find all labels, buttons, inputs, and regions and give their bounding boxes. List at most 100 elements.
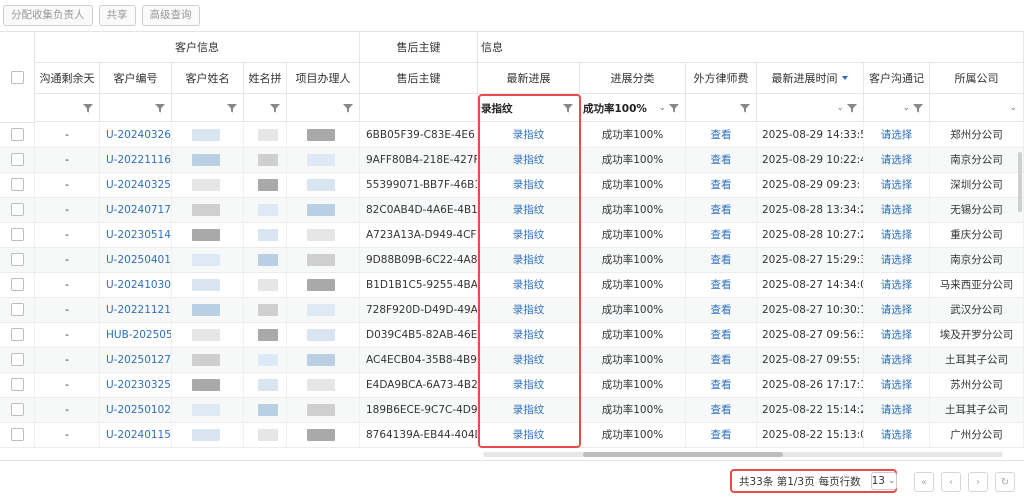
col-communication-remaining[interactable]: 沟通剩余天 — [35, 63, 100, 94]
cell-customer-communication[interactable]: 请选择 — [864, 273, 930, 297]
col-progress-category[interactable]: 进展分类 — [580, 63, 686, 94]
table-row[interactable]: - U-20250401 9D88B09B-6C22-4A8 录指纹 成功率100% 查看… — [0, 248, 1024, 273]
cell-customer-communication[interactable]: 请选择 — [864, 198, 930, 222]
col-aftersale-key[interactable]: 售后主键 — [360, 63, 478, 94]
table-row[interactable]: - U-20250127 AC4ECB04-35B8-4B9 录指纹 成功率100% 查看… — [0, 348, 1024, 373]
cell-latest-progress[interactable]: 录指纹 — [478, 223, 580, 247]
filter-icon[interactable] — [227, 103, 237, 113]
cell-latest-progress[interactable]: 录指纹 — [478, 148, 580, 172]
horizontal-scroll-thumb[interactable] — [583, 452, 783, 457]
cell-customer-communication[interactable]: 请选择 — [864, 423, 930, 447]
cell-customer-no[interactable]: U-20241030 — [100, 273, 172, 297]
col-project-handler[interactable]: 项目办理人 — [287, 63, 360, 94]
sort-down-icon[interactable] — [841, 74, 849, 82]
filter-lawyer-fee[interactable] — [686, 94, 757, 122]
table-row[interactable]: - U-20221116 9AFF80B4-218E-427F 录指纹 成功率100% 查… — [0, 148, 1024, 173]
advanced-query-button[interactable]: 高级查询 — [141, 5, 200, 26]
col-lawyer-fee[interactable]: 外方律师费 — [686, 63, 757, 94]
table-row[interactable]: - U-20240115 8764139A-EB44-404D 录指纹 成功率100% 查… — [0, 423, 1024, 448]
cell-latest-progress[interactable]: 录指纹 — [478, 248, 580, 272]
cell-latest-progress[interactable]: 录指纹 — [478, 348, 580, 372]
cell-latest-progress[interactable]: 录指纹 — [478, 173, 580, 197]
table-row[interactable]: - U-20240326 6BB05F39-C83E-4E6 录指纹 成功率100% 查看… — [0, 123, 1024, 148]
filter-icon[interactable] — [563, 103, 573, 113]
cell-customer-communication[interactable]: 请选择 — [864, 348, 930, 372]
col-latest-progress-time[interactable]: 最新进展时间 — [757, 63, 864, 94]
cell-customer-communication[interactable]: 请选择 — [864, 298, 930, 322]
filter-latest-progress-time[interactable]: ⌄ — [757, 94, 864, 122]
cell-lawyer-fee[interactable]: 查看 — [686, 248, 757, 272]
cell-customer-no[interactable]: U-20230325 — [100, 373, 172, 397]
cell-lawyer-fee[interactable]: 查看 — [686, 148, 757, 172]
filter-communication-remaining[interactable] — [35, 94, 100, 122]
filter-aftersale-key[interactable] — [360, 94, 478, 122]
filter-customer-no[interactable] — [100, 94, 172, 122]
chevron-down-icon[interactable]: ⌄ — [902, 103, 910, 113]
cell-customer-communication[interactable]: 请选择 — [864, 373, 930, 397]
table-row[interactable]: - U-20240717 82C0AB4D-4A6E-4B1 录指纹 成功率100% 查看… — [0, 198, 1024, 223]
cell-lawyer-fee[interactable]: 查看 — [686, 373, 757, 397]
cell-lawyer-fee[interactable]: 查看 — [686, 398, 757, 422]
filter-icon[interactable] — [270, 103, 280, 113]
col-name-pinyin[interactable]: 姓名拼 — [244, 63, 287, 94]
row-checkbox[interactable] — [10, 228, 24, 241]
cell-lawyer-fee[interactable]: 查看 — [686, 323, 757, 347]
cell-customer-no[interactable]: U-20240326 — [100, 123, 172, 147]
row-checkbox[interactable] — [10, 203, 24, 216]
chevron-down-icon[interactable]: ⌄ — [1009, 103, 1017, 113]
cell-customer-communication[interactable]: 请选择 — [864, 123, 930, 147]
horizontal-scrollbar[interactable] — [483, 452, 1003, 457]
table-row[interactable]: - U-20230325 E4DA9BCA-6A73-4B2 录指纹 成功率100% 查看… — [0, 373, 1024, 398]
refresh-button[interactable]: ↻ — [995, 472, 1015, 492]
cell-customer-no[interactable]: U-20221121 — [100, 298, 172, 322]
cell-lawyer-fee[interactable]: 查看 — [686, 223, 757, 247]
filter-company[interactable]: ⌄ — [930, 94, 1024, 122]
cell-latest-progress[interactable]: 录指纹 — [478, 298, 580, 322]
table-row[interactable]: - U-20230514 A723A13A-D949-4CF 录指纹 成功率100% 查看… — [0, 223, 1024, 248]
cell-latest-progress[interactable]: 录指纹 — [478, 423, 580, 447]
cell-customer-no[interactable]: U-20250102 — [100, 398, 172, 422]
row-checkbox[interactable] — [10, 278, 24, 291]
share-button[interactable]: 共享 — [98, 5, 136, 26]
cell-lawyer-fee[interactable]: 查看 — [686, 198, 757, 222]
cell-lawyer-fee[interactable]: 查看 — [686, 273, 757, 297]
cell-lawyer-fee[interactable]: 查看 — [686, 348, 757, 372]
cell-latest-progress[interactable]: 录指纹 — [478, 123, 580, 147]
filter-icon[interactable] — [740, 103, 750, 113]
filter-progress-category[interactable]: 成功率100% ⌄ — [580, 94, 686, 122]
filter-name-pinyin[interactable] — [244, 94, 287, 122]
row-checkbox[interactable] — [10, 128, 24, 141]
vertical-scroll-thumb[interactable] — [1018, 152, 1022, 212]
cell-customer-no[interactable]: U-20221116 — [100, 148, 172, 172]
cell-customer-no[interactable]: U-20240717 — [100, 198, 172, 222]
assign-collector-button[interactable]: 分配收集负责人 — [3, 5, 93, 26]
cell-latest-progress[interactable]: 录指纹 — [478, 198, 580, 222]
col-customer-no[interactable]: 客户编号 — [100, 63, 172, 94]
filter-icon[interactable] — [847, 103, 857, 113]
row-checkbox[interactable] — [10, 378, 24, 391]
filter-customer-communication[interactable]: ⌄ — [864, 94, 930, 122]
filter-latest-progress[interactable]: 录指纹 — [478, 94, 580, 122]
cell-customer-communication[interactable]: 请选择 — [864, 398, 930, 422]
row-checkbox[interactable] — [10, 353, 24, 366]
cell-latest-progress[interactable]: 录指纹 — [478, 373, 580, 397]
cell-customer-communication[interactable]: 请选择 — [864, 148, 930, 172]
cell-customer-communication[interactable]: 请选择 — [864, 248, 930, 272]
cell-lawyer-fee[interactable]: 查看 — [686, 123, 757, 147]
row-checkbox[interactable] — [10, 153, 24, 166]
table-row[interactable]: - HUB-202505 D039C4B5-82AB-46E 录指纹 成功率100% 查看… — [0, 323, 1024, 348]
row-checkbox[interactable] — [10, 178, 24, 191]
cell-lawyer-fee[interactable]: 查看 — [686, 298, 757, 322]
first-page-button[interactable]: « — [914, 472, 934, 492]
cell-latest-progress[interactable]: 录指纹 — [478, 323, 580, 347]
chevron-down-icon[interactable]: ⌄ — [658, 103, 666, 113]
cell-customer-communication[interactable]: 请选择 — [864, 223, 930, 247]
cell-customer-communication[interactable]: 请选择 — [864, 323, 930, 347]
col-latest-progress[interactable]: 最新进展 — [478, 63, 580, 94]
col-customer-communication[interactable]: 客户沟通记 — [864, 63, 930, 94]
row-checkbox[interactable] — [10, 303, 24, 316]
table-row[interactable]: - U-20240325 55399071-BB7F-46B1 录指纹 成功率100% 查… — [0, 173, 1024, 198]
prev-page-button[interactable]: ‹ — [941, 472, 961, 492]
cell-customer-no[interactable]: U-20250401 — [100, 248, 172, 272]
select-all-checkbox[interactable] — [10, 70, 24, 84]
